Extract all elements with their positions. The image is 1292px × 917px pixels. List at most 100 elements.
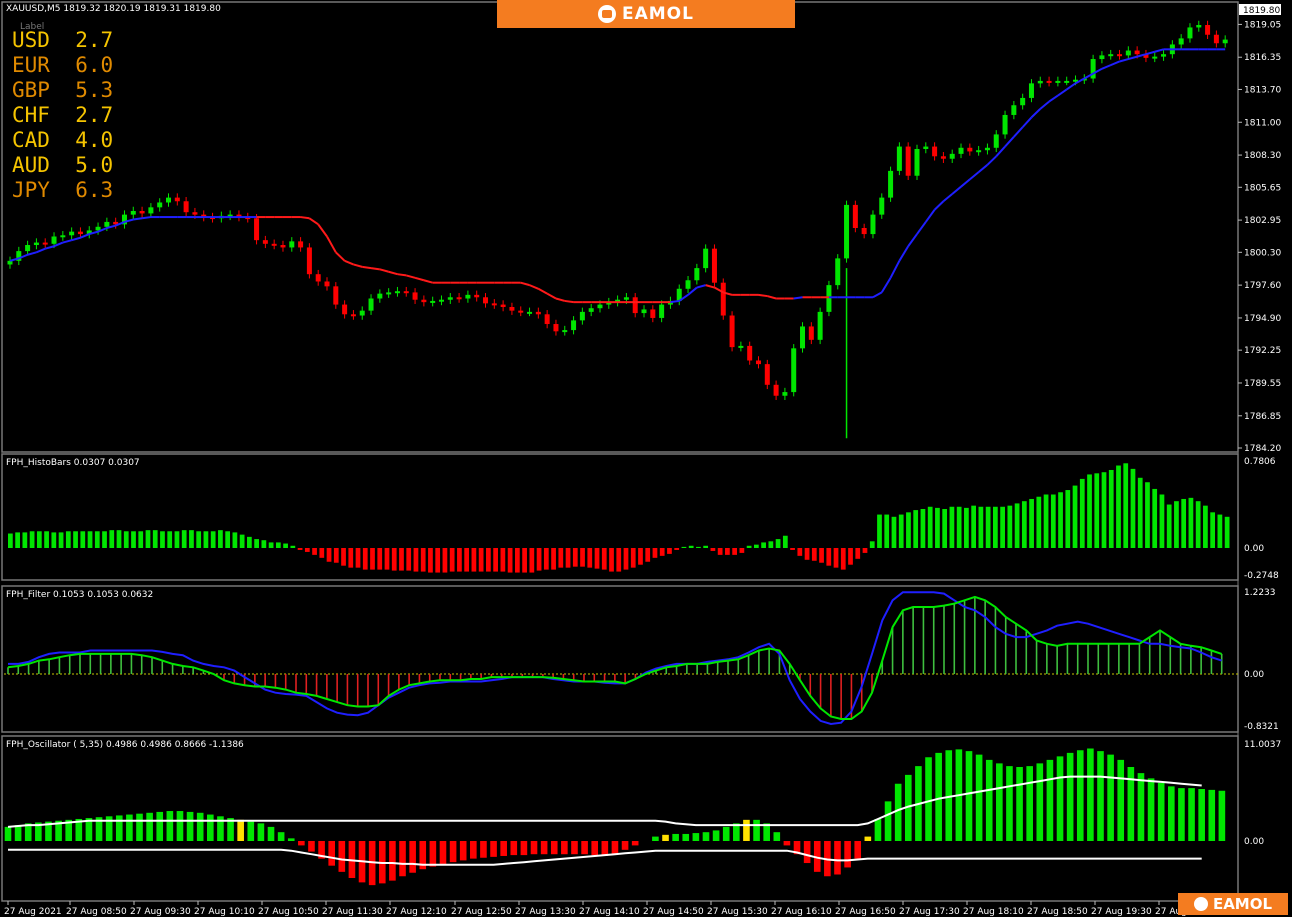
price-tick-label: 1784.20: [1244, 444, 1281, 454]
histobar: [674, 548, 680, 550]
moving-average-segment: [942, 193, 953, 203]
histobar: [638, 548, 643, 565]
time-tick-label: 27 Aug 17:30: [899, 907, 960, 917]
candle-body: [1222, 39, 1228, 44]
histobar: [203, 531, 209, 548]
brand-text: EAMOL: [622, 4, 694, 24]
histobar: [384, 548, 390, 570]
moving-average-segment: [1021, 116, 1033, 128]
histobar: [775, 539, 781, 548]
histobar: [782, 535, 788, 548]
candle-body: [430, 300, 436, 303]
currency-jpy: JPY 6.3: [12, 178, 114, 202]
candle-body: [800, 326, 806, 349]
histobar: [275, 542, 281, 548]
oscillator-tick-label: 11.0037: [1244, 740, 1281, 750]
candle-body: [764, 364, 770, 385]
filter-title: FPH_Filter 0.1053 0.1053 0.0632: [6, 590, 153, 600]
candle-body: [333, 286, 339, 305]
histobar: [1166, 504, 1172, 548]
trading-chart[interactable]: 1819.05 1816.35 1813.70 1811.00 1808.30 1805.…: [0, 0, 1292, 917]
histobar: [1036, 496, 1042, 548]
histobar: [551, 548, 556, 570]
histobar: [36, 531, 42, 548]
candle-body: [377, 293, 383, 299]
candle-body: [773, 384, 779, 396]
histobar: [44, 531, 49, 548]
histobar: [247, 536, 252, 548]
histobar: [87, 531, 93, 548]
candle-body: [130, 210, 136, 215]
candle-body: [298, 241, 304, 248]
candle-body: [861, 228, 867, 235]
candle-body: [1002, 114, 1008, 135]
candle-body: [949, 153, 955, 159]
histobar: [449, 548, 455, 572]
histobar: [862, 548, 868, 553]
histobar: [428, 548, 433, 573]
histobar: [348, 548, 354, 568]
candle-body: [192, 212, 198, 215]
histobar: [833, 548, 839, 568]
candle-body: [280, 245, 286, 248]
price-tick-label: 1808.30: [1244, 151, 1281, 161]
histobar: [478, 548, 484, 572]
candle-body: [509, 307, 515, 311]
moving-average-segment: [300, 216, 310, 220]
moving-average-segment: [555, 297, 566, 302]
candle-body: [394, 291, 400, 294]
candle-body: [1205, 25, 1211, 35]
time-tick-label: 27 Aug 10:50: [258, 907, 319, 917]
histobar: [558, 548, 564, 568]
moving-average-segment: [951, 185, 962, 195]
moving-average-segment: [1013, 126, 1024, 138]
moving-average-segment: [564, 299, 574, 304]
histobar: [500, 548, 506, 572]
histobar: [80, 531, 86, 548]
candle-body: [782, 392, 788, 396]
histobar: [420, 548, 426, 572]
moving-average-segment: [872, 291, 883, 299]
candle-body: [817, 311, 823, 340]
histobar: [1203, 505, 1208, 548]
candle-body: [879, 197, 885, 215]
histobar: [739, 548, 745, 553]
histobar: [616, 548, 622, 572]
histobar: [1043, 494, 1049, 548]
histobar: [22, 532, 28, 548]
moving-average-segment: [317, 223, 328, 238]
histobar: [753, 544, 759, 548]
candle-body: [993, 134, 999, 148]
currency-aud: AUD 5.0: [12, 153, 114, 177]
histobar: [1174, 501, 1179, 548]
histobar: [688, 545, 694, 548]
candle-body: [1108, 54, 1114, 57]
brand-banner: EAMOL: [497, 0, 795, 28]
candle-body: [694, 268, 700, 281]
moving-average-segment: [27, 251, 37, 256]
histobar: [15, 532, 20, 548]
candle-body: [711, 248, 717, 283]
histobar: [826, 548, 832, 566]
candle-body: [456, 297, 462, 300]
candle-body: [42, 242, 48, 245]
candle-body: [139, 210, 145, 214]
candle-body: [527, 311, 533, 314]
currency-cad: CAD 4.0: [12, 128, 114, 152]
histobar: [58, 532, 64, 548]
histobars-title: FPH_HistoBars 0.0307 0.0307: [6, 458, 140, 468]
moving-average-segment: [889, 260, 901, 279]
candle-body: [148, 207, 154, 214]
candle-body: [306, 247, 312, 275]
brand-badge: EAMOL: [1178, 893, 1288, 915]
moving-average-segment: [1145, 50, 1156, 56]
histobar: [652, 548, 658, 558]
candle-body: [826, 285, 832, 312]
histobar: [645, 548, 651, 562]
histobar: [659, 548, 665, 556]
histobar: [341, 548, 346, 566]
moving-average-segment: [80, 233, 90, 239]
histobars-tick-label: 0.00: [1244, 544, 1264, 554]
histobar: [116, 530, 122, 548]
histobar: [848, 548, 853, 565]
